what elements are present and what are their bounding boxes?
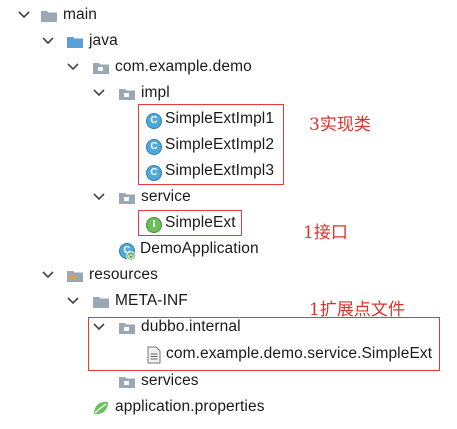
annotation-impl: 3实现类: [309, 115, 371, 135]
tree-label: services: [141, 372, 199, 389]
folder-icon: [92, 293, 110, 311]
package-icon: [118, 189, 136, 207]
chevron-down-icon[interactable]: [67, 62, 79, 72]
tree-label: DemoApplication: [140, 240, 259, 257]
package-icon: [92, 59, 110, 77]
chevron-down-icon[interactable]: [93, 88, 105, 98]
tree-row-services[interactable]: services: [0, 369, 457, 395]
tree-row-app[interactable]: C DemoApplication: [0, 237, 457, 263]
chevron-down-icon[interactable]: [18, 10, 30, 20]
tree-row-main[interactable]: main: [0, 3, 457, 29]
tree-row-java[interactable]: java: [0, 29, 457, 55]
tree-label: META-INF: [115, 292, 188, 309]
highlight-box-interface: [138, 210, 242, 236]
tree-row-properties[interactable]: application.properties: [0, 395, 457, 421]
package-icon: [118, 373, 136, 391]
tree-row-package[interactable]: com.example.demo: [0, 55, 457, 81]
highlight-box-impl: [138, 104, 284, 185]
tree-label: resources: [89, 266, 158, 283]
tree-row-resources[interactable]: resources: [0, 263, 457, 289]
tree-label: java: [89, 32, 118, 49]
spring-properties-icon: [92, 399, 110, 417]
tree-row-service[interactable]: service: [0, 185, 457, 211]
package-icon: [118, 85, 136, 103]
chevron-down-icon[interactable]: [67, 296, 79, 306]
chevron-down-icon[interactable]: [42, 270, 54, 280]
chevron-down-icon[interactable]: [93, 192, 105, 202]
tree-label: main: [63, 6, 97, 23]
tree-label: com.example.demo: [115, 58, 252, 75]
tree-label: service: [141, 188, 191, 205]
resources-folder-icon: [66, 267, 84, 285]
highlight-box-extension-file: [88, 317, 440, 371]
spring-boot-class-icon: C: [118, 241, 136, 261]
folder-icon: [40, 7, 58, 25]
tree-label: application.properties: [115, 398, 265, 415]
chevron-down-icon[interactable]: [42, 36, 54, 46]
source-folder-icon: [66, 33, 84, 51]
tree-label: impl: [141, 84, 170, 101]
